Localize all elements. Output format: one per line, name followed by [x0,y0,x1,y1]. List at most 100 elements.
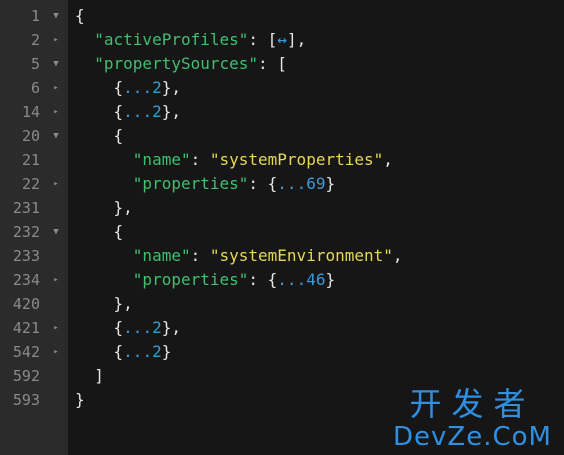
line-number: 592 [12,367,40,385]
code-line: 6 ▸ {...2}, [0,76,564,100]
json-punctuation [75,30,94,49]
json-punctuation: } [325,270,336,289]
collapsed-count[interactable]: ...2 [123,102,162,121]
watermark: 开发者 DevZe.CoM [393,386,552,452]
code-text[interactable]: }, [75,196,133,220]
fold-expand-icon[interactable]: ▸ [50,100,62,124]
json-punctuation: ] [75,366,104,385]
json-punctuation: }, [75,294,133,313]
json-punctuation: }, [75,198,133,217]
json-string: "systemEnvironment" [209,246,393,265]
fold-collapse-icon[interactable]: ▼ [50,124,62,148]
fold-expand-icon[interactable]: ▸ [50,340,62,364]
code-text[interactable]: "properties": {...69} [75,172,335,196]
code-text[interactable]: "propertySources": [ [75,52,287,76]
collapsed-count[interactable]: ...46 [277,270,325,289]
code-text[interactable]: {...2}, [75,316,181,340]
code-lines: 1 ▼{2 ▸ "activeProfiles": [↔], 5 ▼ "property… [0,4,564,412]
code-line: 22 ▸ "properties": {...69} [0,172,564,196]
code-text[interactable]: "activeProfiles": [↔], [75,28,306,52]
code-line: 234 ▸ "properties": {...46} [0,268,564,292]
json-punctuation: : [ [258,54,287,73]
code-text[interactable]: "properties": {...46} [75,268,335,292]
line-number: 5 [30,55,40,73]
json-punctuation [75,246,133,265]
json-punctuation: : [ [248,30,278,49]
json-punctuation: }, [161,102,181,121]
json-key: "propertySources" [94,54,259,73]
code-line: 232 ▼ { [0,220,564,244]
json-string: "systemProperties" [209,150,384,169]
line-number: 542 [12,343,40,361]
json-punctuation: { [75,318,124,337]
json-punctuation: }, [161,318,181,337]
line-number: 420 [12,295,40,313]
collapsed-count[interactable]: ↔ [277,30,287,49]
json-punctuation: , [392,246,403,265]
json-punctuation: : [190,150,210,169]
fold-collapse-icon[interactable]: ▼ [50,4,62,28]
code-line: 20 ▼ { [0,124,564,148]
code-line: 233 "name": "systemEnvironment", [0,244,564,268]
line-number: 231 [12,199,40,217]
json-punctuation: : [190,246,210,265]
code-line: 420 }, [0,292,564,316]
collapsed-count[interactable]: ...2 [123,342,162,361]
code-line: 231 }, [0,196,564,220]
code-text[interactable]: { [75,124,124,148]
line-number: 22 [21,175,40,193]
code-text[interactable]: "name": "systemProperties", [75,148,393,172]
json-punctuation: }, [161,78,181,97]
fold-collapse-icon[interactable]: ▼ [50,220,62,244]
fold-expand-icon[interactable]: ▸ [50,268,62,292]
json-punctuation: { [75,78,124,97]
json-punctuation [75,174,133,193]
line-number: 233 [12,247,40,265]
json-punctuation: : { [248,174,278,193]
line-number: 593 [12,391,40,409]
json-key: "properties" [132,270,249,289]
json-punctuation: , [383,150,393,169]
json-punctuation: { [75,342,124,361]
code-line: 542 ▸ {...2} [0,340,564,364]
fold-expand-icon[interactable]: ▸ [50,316,62,340]
line-number: 232 [12,223,40,241]
json-key: "activeProfiles" [94,30,249,49]
json-punctuation: { [75,126,124,145]
code-text[interactable]: } [75,388,85,412]
line-number: 20 [21,127,40,145]
json-punctuation [75,150,133,169]
fold-collapse-icon[interactable]: ▼ [50,52,62,76]
json-punctuation: } [75,390,85,409]
json-punctuation: { [75,102,124,121]
watermark-en: DevZe.CoM [393,422,552,452]
code-line: 2 ▸ "activeProfiles": [↔], [0,28,564,52]
collapsed-count[interactable]: ...2 [123,78,162,97]
code-line: 14 ▸ {...2}, [0,100,564,124]
code-text[interactable]: ] [75,364,104,388]
fold-expand-icon[interactable]: ▸ [50,172,62,196]
code-line: 1 ▼ { [0,4,564,28]
code-text[interactable]: {...2}, [75,76,181,100]
json-key: "properties" [132,174,249,193]
line-number: 6 [30,79,40,97]
code-text[interactable]: "name": "systemEnvironment", [75,244,403,268]
line-number: 421 [12,319,40,337]
json-punctuation: { [75,222,124,241]
code-text[interactable]: }, [75,292,133,316]
code-line: 21 "name": "systemProperties", [0,148,564,172]
code-line: 421 ▸ {...2}, [0,316,564,340]
code-text[interactable]: {...2} [75,340,172,364]
code-text[interactable]: { [75,220,124,244]
fold-expand-icon[interactable]: ▸ [50,76,62,100]
code-text[interactable]: { [75,4,85,28]
collapsed-count[interactable]: ...2 [123,318,162,337]
code-text[interactable]: {...2}, [75,100,181,124]
json-punctuation: ], [286,30,307,49]
json-punctuation [75,270,133,289]
line-number: 2 [30,31,40,49]
watermark-cn: 开发者 [409,385,536,423]
json-punctuation: { [75,6,85,25]
collapsed-count[interactable]: ...69 [277,174,325,193]
fold-expand-icon[interactable]: ▸ [50,28,62,52]
